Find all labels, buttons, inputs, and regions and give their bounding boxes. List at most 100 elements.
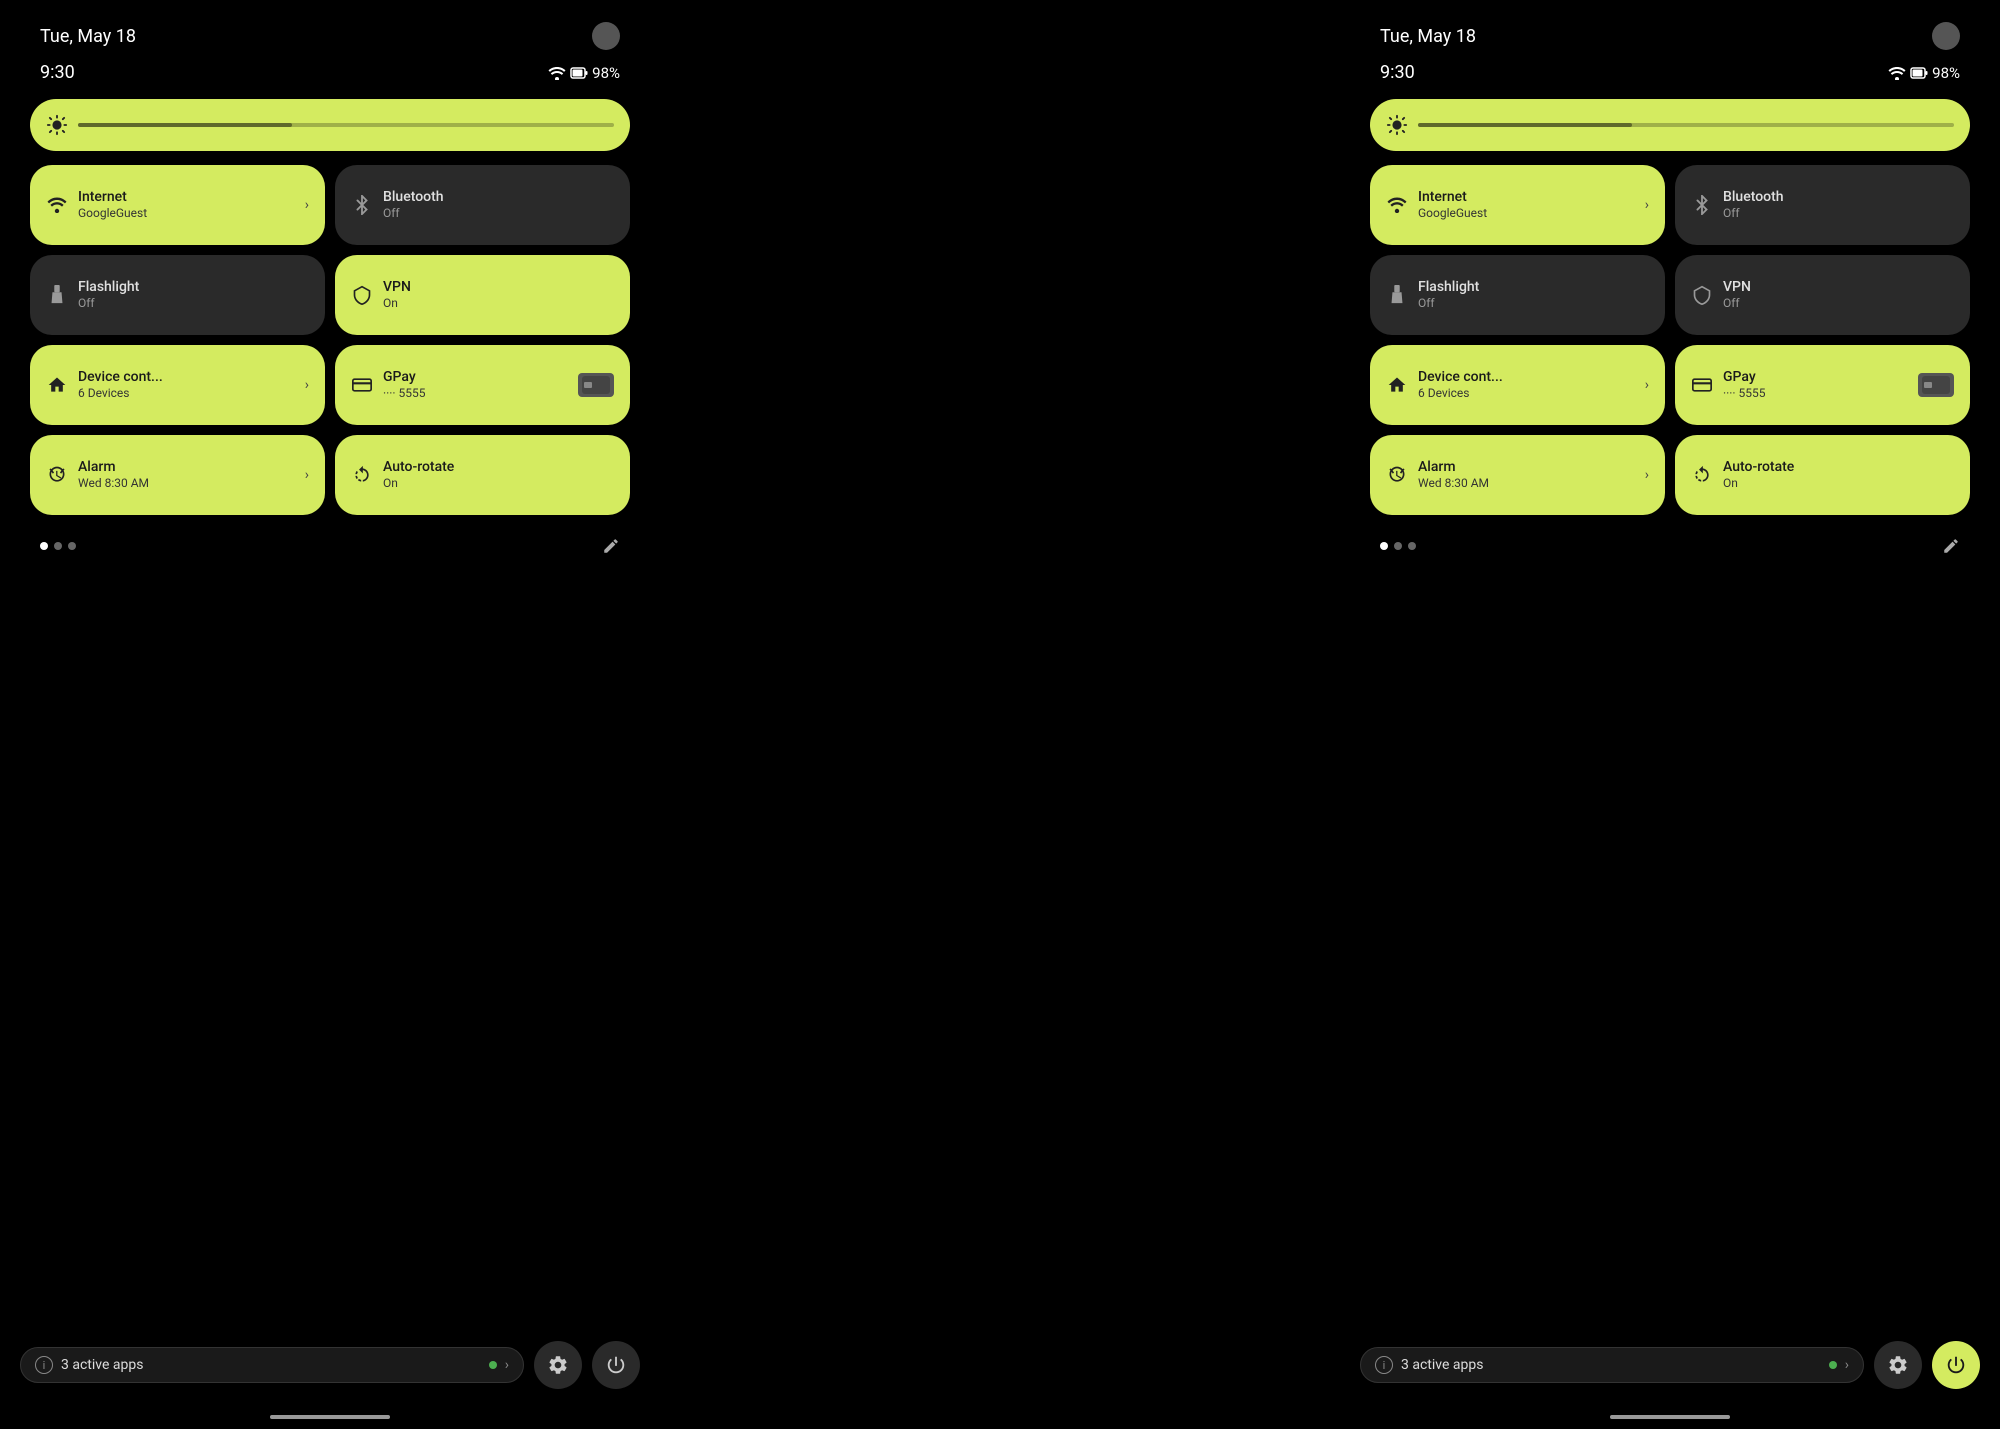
apps-arrow-icon-2: › [1845,1357,1849,1373]
device-arrow-icon-2: › [1645,377,1649,393]
dot-2-1[interactable] [1380,542,1388,550]
bottom-bar-2: i 3 active apps › [1340,1341,2000,1389]
status-time-2: 9:30 [1380,62,1415,83]
device-arrow-icon: › [305,377,309,393]
qs-tile-gpay-2[interactable]: GPay ···· 5555 [1675,345,1970,425]
gpay-subtitle-2: ···· 5555 [1723,386,1908,402]
qs-tile-vpn-2[interactable]: VPN Off [1675,255,1970,335]
dot-3[interactable] [68,542,76,550]
page-dots-1 [40,542,76,550]
card-icon-2 [1691,374,1713,396]
internet-arrow-icon: › [305,197,309,213]
brightness-fill-1 [78,123,292,127]
internet-subtitle: GoogleGuest [78,206,295,222]
vpn-tile-text-2: VPN Off [1723,278,1954,312]
qs-tile-bluetooth-1[interactable]: Bluetooth Off [335,165,630,245]
flashlight-subtitle-2: Off [1418,296,1649,312]
internet-tile-text-2: Internet GoogleGuest [1418,188,1635,222]
active-apps-pill-2[interactable]: i 3 active apps › [1360,1347,1864,1383]
alarm-tile-text: Alarm Wed 8:30 AM [78,458,295,492]
home-icon [46,374,68,396]
alarm-arrow-icon: › [305,467,309,483]
gpay-title: GPay [383,368,568,386]
alarm-title-2: Alarm [1418,458,1635,476]
bottom-bar-1: i 3 active apps › [0,1341,660,1389]
middle-spacer [660,0,1340,1429]
device-subtitle: 6 Devices [78,386,295,402]
settings-button-1[interactable] [534,1341,582,1389]
alarm-subtitle: Wed 8:30 AM [78,476,295,492]
qs-tile-vpn-1[interactable]: VPN On [335,255,630,335]
dot-1[interactable] [40,542,48,550]
flashlight-tile-text-2: Flashlight Off [1418,278,1649,312]
brightness-icon-2 [1386,114,1408,136]
autorotate-tile-text-2: Auto-rotate On [1723,458,1954,492]
edit-icon-1[interactable] [602,537,620,555]
qs-tile-flashlight-1[interactable]: Flashlight Off [30,255,325,335]
qs-tile-device-1[interactable]: Device cont... 6 Devices › [30,345,325,425]
edit-icon-2[interactable] [1942,537,1960,555]
bluetooth-title-2: Bluetooth [1723,188,1954,206]
bluetooth-title: Bluetooth [383,188,614,206]
qs-tile-device-2[interactable]: Device cont... 6 Devices › [1370,345,1665,425]
status-date-2: Tue, May 18 [1380,26,1476,47]
brightness-slider-2[interactable] [1370,99,1970,151]
power-button-2[interactable] [1932,1341,1980,1389]
flashlight-title-2: Flashlight [1418,278,1649,296]
vpn-title: VPN [383,278,614,296]
vpn-icon [351,284,373,306]
dot-2[interactable] [54,542,62,550]
battery-percent-1: 98% [592,64,620,82]
qs-grid-1: Internet GoogleGuest › Bluetooth Off [30,165,630,515]
brightness-track-1[interactable] [78,123,614,127]
flashlight-icon-2 [1386,284,1408,306]
gpay-card-icon [578,373,614,397]
device-tile-text: Device cont... 6 Devices [78,368,295,402]
status-time-1: 9:30 [40,62,75,83]
gpay-tile-text-2: GPay ···· 5555 [1723,368,1908,402]
internet-title-2: Internet [1418,188,1635,206]
brightness-track-2[interactable] [1418,123,1954,127]
device-tile-text-2: Device cont... 6 Devices [1418,368,1635,402]
pagination-row-2 [1370,525,1970,567]
active-apps-text-1: 3 active apps [61,1357,481,1373]
apps-arrow-icon-1: › [505,1357,509,1373]
qs-tile-alarm-1[interactable]: Alarm Wed 8:30 AM › [30,435,325,515]
active-apps-pill-1[interactable]: i 3 active apps › [20,1347,524,1383]
qs-tile-alarm-2[interactable]: Alarm Wed 8:30 AM › [1370,435,1665,515]
battery-status-icon [570,66,588,80]
qs-tile-flashlight-2[interactable]: Flashlight Off [1370,255,1665,335]
brightness-slider-1[interactable] [30,99,630,151]
qs-tile-gpay-1[interactable]: GPay ···· 5555 [335,345,630,425]
qs-tile-autorotate-2[interactable]: Auto-rotate On [1675,435,1970,515]
brightness-icon-1 [46,114,68,136]
alarm-arrow-icon-2: › [1645,467,1649,483]
bluetooth-icon [351,194,373,216]
flashlight-title: Flashlight [78,278,309,296]
info-icon-1: i [35,1356,53,1374]
qs-tile-autorotate-1[interactable]: Auto-rotate On [335,435,630,515]
settings-button-2[interactable] [1874,1341,1922,1389]
dot-2-2[interactable] [1394,542,1402,550]
dot-2-3[interactable] [1408,542,1416,550]
alarm-title: Alarm [78,458,295,476]
bluetooth-icon-2 [1691,194,1713,216]
page-dots-2 [1380,542,1416,550]
internet-tile-text: Internet GoogleGuest [78,188,295,222]
wifi-status-icon [548,66,566,80]
vpn-title-2: VPN [1723,278,1954,296]
flashlight-icon [46,284,68,306]
vpn-subtitle: On [383,296,614,312]
qs-tile-internet-1[interactable]: Internet GoogleGuest › [30,165,325,245]
home-icon-2 [1386,374,1408,396]
qs-tile-bluetooth-2[interactable]: Bluetooth Off [1675,165,1970,245]
vpn-icon-2 [1691,284,1713,306]
status-date-1: Tue, May 18 [40,26,136,47]
flashlight-subtitle: Off [78,296,309,312]
status-bar-1: Tue, May 18 [30,0,630,58]
power-button-1[interactable] [592,1341,640,1389]
info-icon-2: i [1375,1356,1393,1374]
qs-tile-internet-2[interactable]: Internet GoogleGuest › [1370,165,1665,245]
camera-dot-1 [592,22,620,50]
bluetooth-subtitle-2: Off [1723,206,1954,222]
